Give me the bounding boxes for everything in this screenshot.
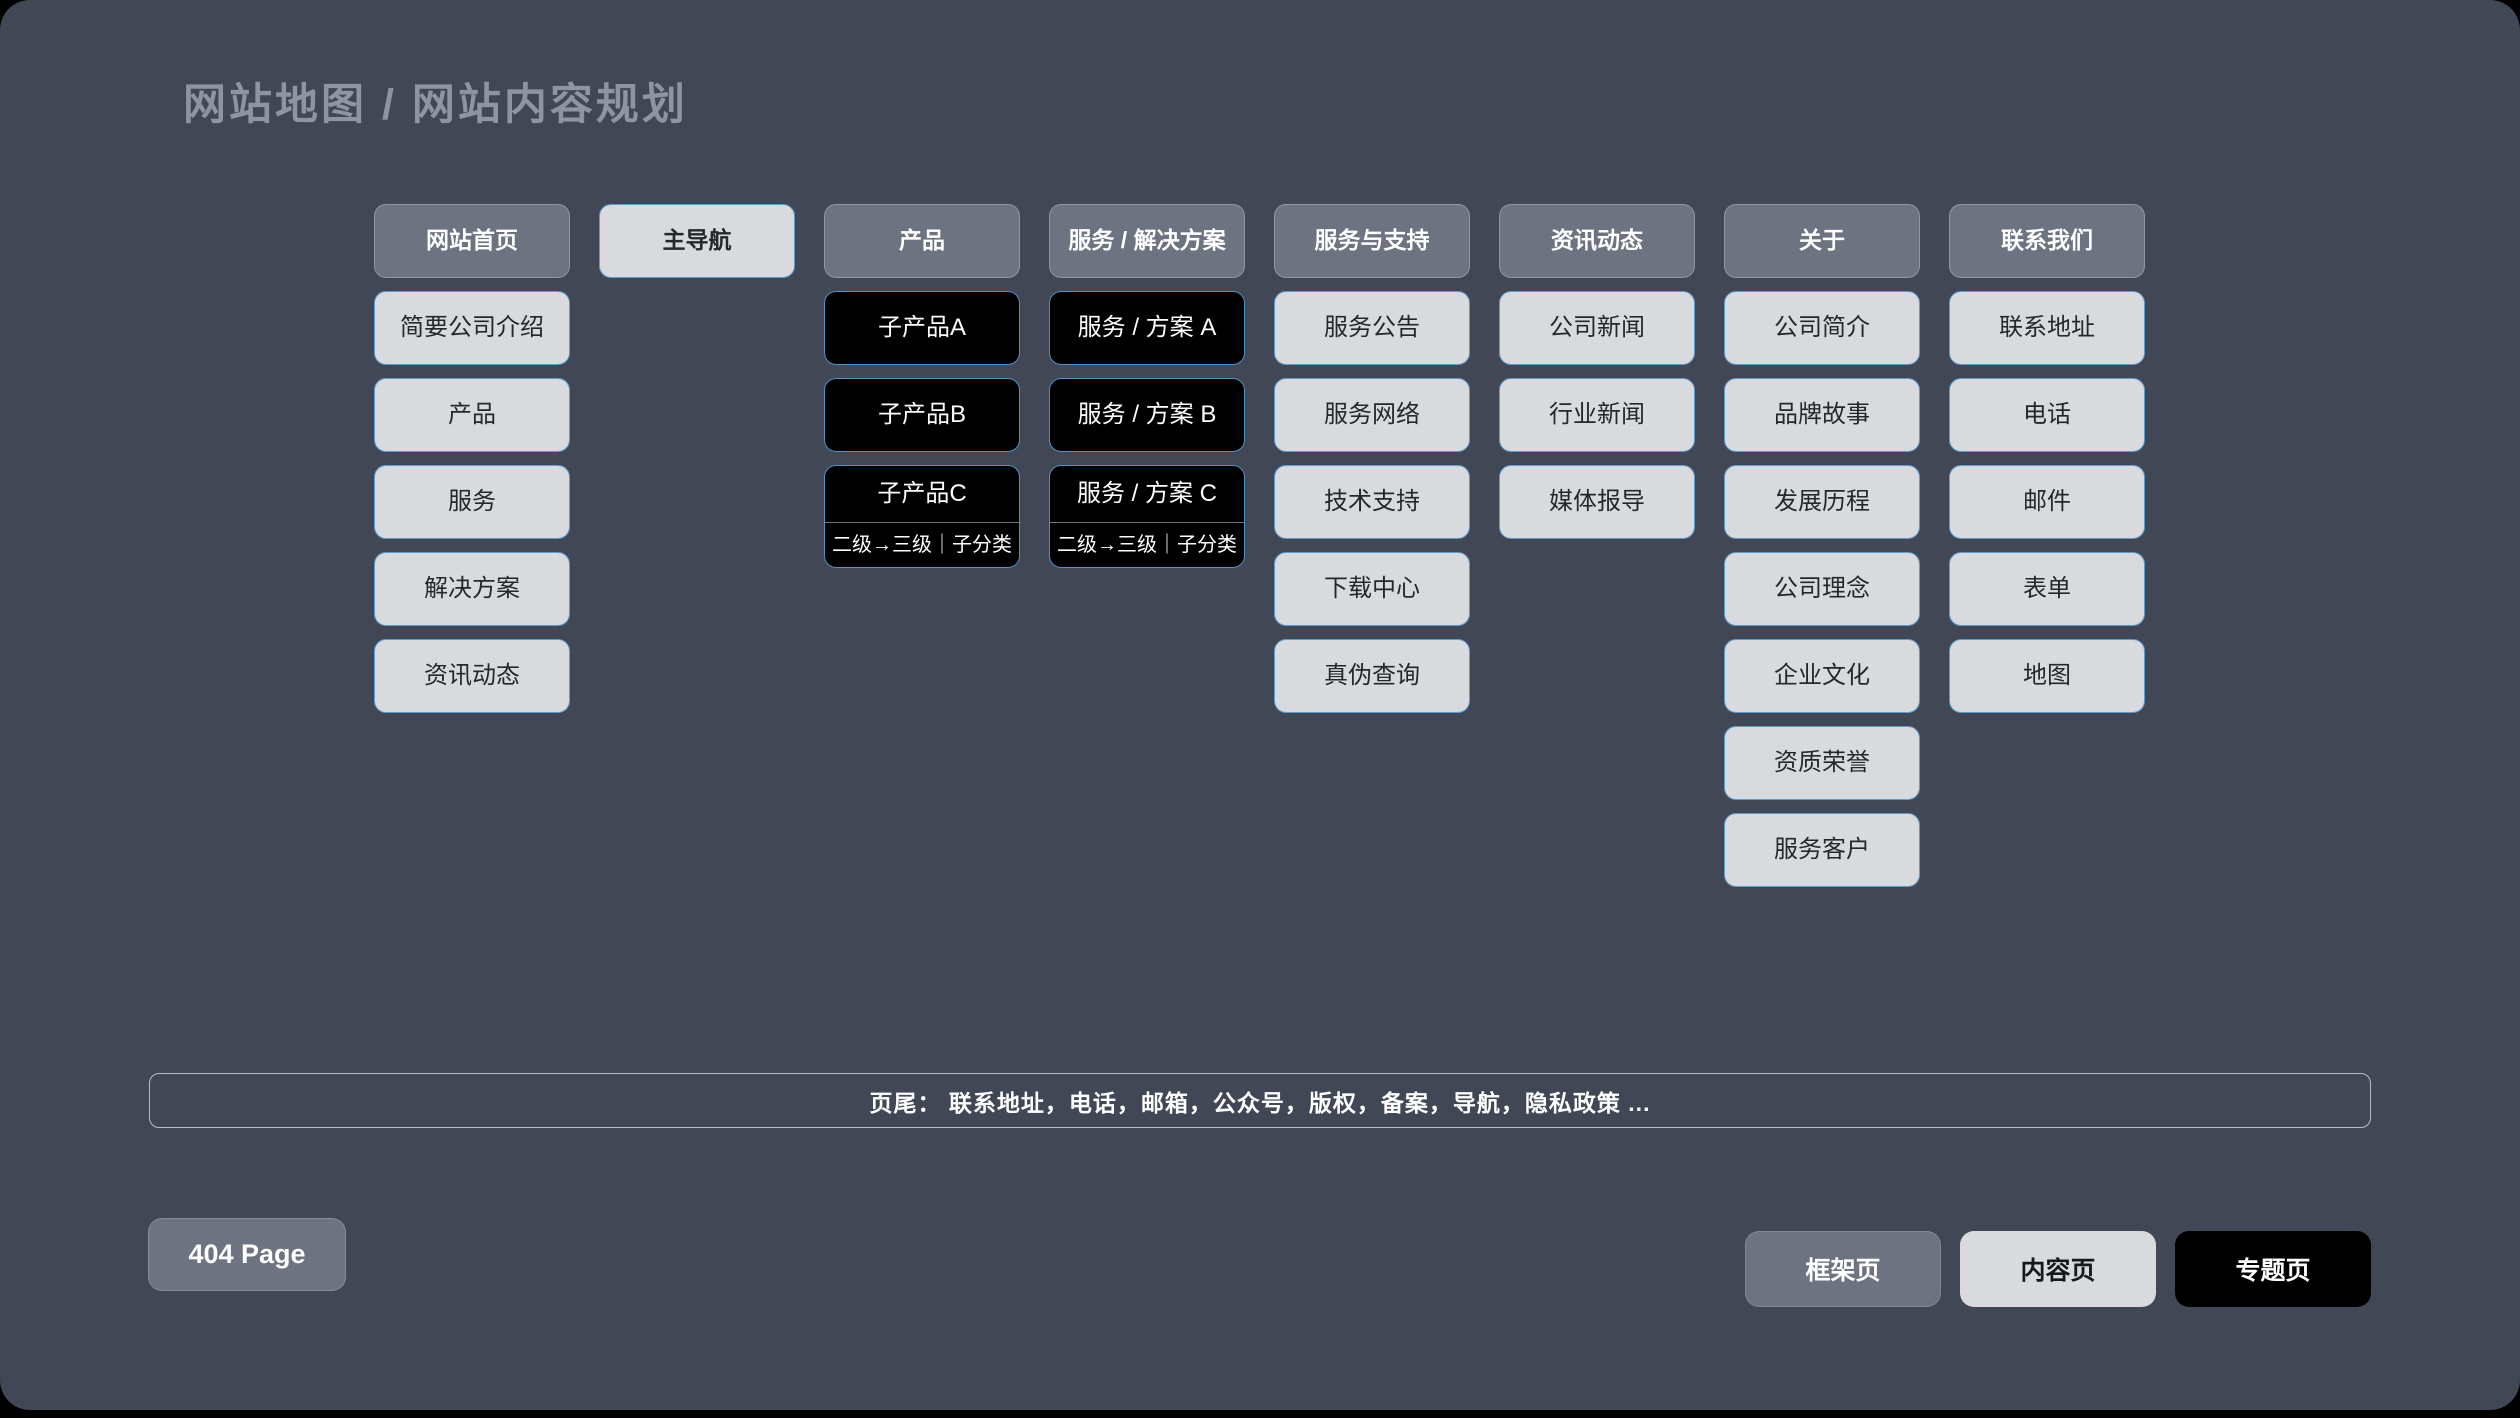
legend: 框架页内容页专题页	[1745, 1231, 2371, 1307]
node-sublabel: 二级→三级｜子分类	[825, 523, 1019, 567]
sitemap-node[interactable]: 服务 / 方案 B	[1049, 378, 1245, 452]
sitemap-node[interactable]: 公司新闻	[1499, 291, 1695, 365]
sitemap-node[interactable]: 企业文化	[1724, 639, 1920, 713]
sitemap-node[interactable]: 资质荣誉	[1724, 726, 1920, 800]
sitemap-node[interactable]: 邮件	[1949, 465, 2145, 539]
legend-special-button[interactable]: 专题页	[2175, 1231, 2371, 1307]
sitemap-column: 主导航	[599, 204, 795, 278]
sitemap-node[interactable]: 解决方案	[374, 552, 570, 626]
sitemap-node[interactable]: 简要公司介绍	[374, 291, 570, 365]
sitemap-node[interactable]: 技术支持	[1274, 465, 1470, 539]
sitemap-column: 服务与支持服务公告服务网络技术支持下载中心真伪查询	[1274, 204, 1470, 713]
column-header-node[interactable]: 联系我们	[1949, 204, 2145, 278]
sitemap-node[interactable]: 服务网络	[1274, 378, 1470, 452]
page-title: 网站地图 / 网站内容规划	[183, 70, 688, 132]
column-header-node[interactable]: 服务 / 解决方案	[1049, 204, 1245, 278]
sitemap-node[interactable]: 服务客户	[1724, 813, 1920, 887]
sitemap-node[interactable]: 电话	[1949, 378, 2145, 452]
sitemap-node[interactable]: 产品	[374, 378, 570, 452]
node-label: 服务 / 方案 C	[1050, 466, 1244, 522]
sitemap-node[interactable]: 服务 / 方案 A	[1049, 291, 1245, 365]
sitemap-node[interactable]: 子产品A	[824, 291, 1020, 365]
column-header-node[interactable]: 产品	[824, 204, 1020, 278]
legend-content-button[interactable]: 内容页	[1960, 1231, 2156, 1307]
sitemap-column: 联系我们联系地址电话邮件表单地图	[1949, 204, 2145, 713]
sitemap-node[interactable]: 子产品B	[824, 378, 1020, 452]
sitemap-column: 服务 / 解决方案服务 / 方案 A 服务 / 方案 B 服务 / 方案 C二级→三…	[1049, 204, 1245, 568]
column-header-node[interactable]: 关于	[1724, 204, 1920, 278]
sitemap-node[interactable]: 媒体报导	[1499, 465, 1695, 539]
sitemap-node[interactable]: 服务公告	[1274, 291, 1470, 365]
sitemap-column: 资讯动态公司新闻行业新闻媒体报导	[1499, 204, 1695, 539]
sitemap-node[interactable]: 公司理念	[1724, 552, 1920, 626]
sitemap-node[interactable]: 发展历程	[1724, 465, 1920, 539]
desktop-background: { "page": { "title": "网站地图 / 网站内容规划", "f…	[0, 0, 2520, 1418]
footer-note-box[interactable]: 页尾： 联系地址，电话，邮箱，公众号，版权，备案，导航，隐私政策 ...	[149, 1073, 2371, 1128]
sitemap-node[interactable]: 下载中心	[1274, 552, 1470, 626]
sitemap-node[interactable]: 子产品C二级→三级｜子分类	[824, 465, 1020, 568]
sitemap-column: 网站首页简要公司介绍产品服务解决方案资讯动态	[374, 204, 570, 713]
sitemap-column: 关于公司简介品牌故事发展历程公司理念企业文化资质荣誉服务客户	[1724, 204, 1920, 887]
sitemap-column: 产品子产品A 子产品B 子产品C二级→三级｜子分类	[824, 204, 1020, 568]
sitemap-node[interactable]: 行业新闻	[1499, 378, 1695, 452]
sitemap-node[interactable]: 表单	[1949, 552, 2145, 626]
column-header-node[interactable]: 网站首页	[374, 204, 570, 278]
sitemap-node[interactable]: 公司简介	[1724, 291, 1920, 365]
sitemap-node[interactable]: 服务 / 方案 C二级→三级｜子分类	[1049, 465, 1245, 568]
sitemap-node[interactable]: 资讯动态	[374, 639, 570, 713]
column-header-node[interactable]: 主导航	[599, 204, 795, 278]
footer-note-text: 页尾： 联系地址，电话，邮箱，公众号，版权，备案，导航，隐私政策 ...	[870, 1084, 1651, 1118]
sitemap-node[interactable]: 地图	[1949, 639, 2145, 713]
sitemap-node[interactable]: 品牌故事	[1724, 378, 1920, 452]
node-label: 子产品C	[825, 466, 1019, 522]
page-404-node[interactable]: 404 Page	[148, 1218, 346, 1291]
sitemap-columns: 网站首页简要公司介绍产品服务解决方案资讯动态主导航产品子产品A子产品B子产品C二…	[374, 204, 2145, 887]
sitemap-node[interactable]: 联系地址	[1949, 291, 2145, 365]
sitemap-node[interactable]: 真伪查询	[1274, 639, 1470, 713]
column-header-node[interactable]: 服务与支持	[1274, 204, 1470, 278]
column-header-node[interactable]: 资讯动态	[1499, 204, 1695, 278]
node-sublabel: 二级→三级｜子分类	[1050, 523, 1244, 567]
sitemap-node[interactable]: 服务	[374, 465, 570, 539]
sitemap-canvas: 网站地图 / 网站内容规划 网站首页简要公司介绍产品服务解决方案资讯动态主导航产…	[0, 0, 2520, 1410]
legend-frame-button[interactable]: 框架页	[1745, 1231, 1941, 1307]
